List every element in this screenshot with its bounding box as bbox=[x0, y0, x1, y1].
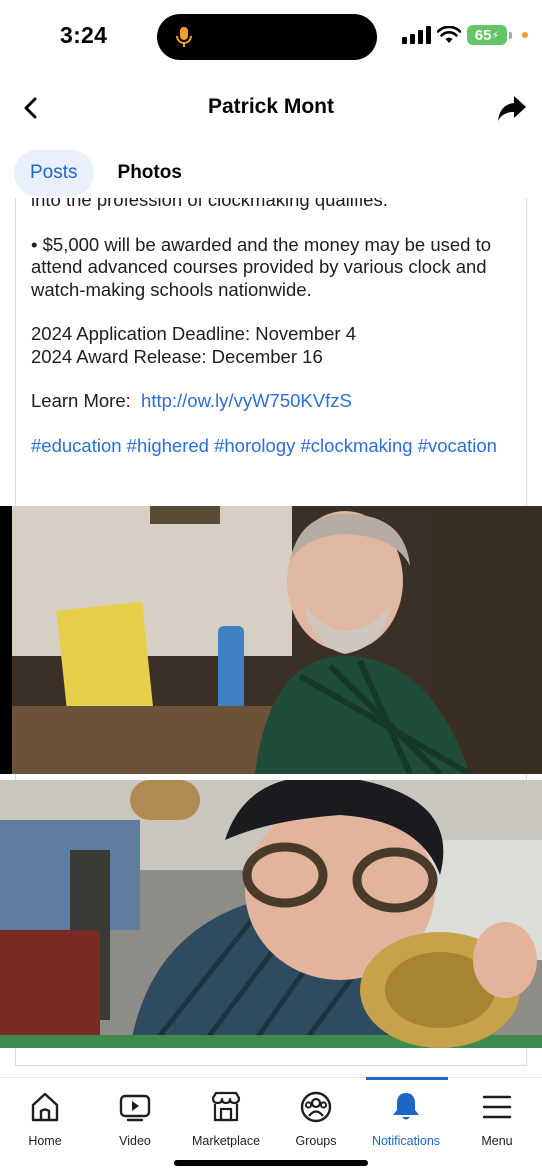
hashtag-link[interactable]: #highered bbox=[127, 435, 209, 456]
nav-marketplace[interactable]: Marketplace bbox=[181, 1090, 271, 1148]
nav-video[interactable]: Video bbox=[90, 1090, 180, 1148]
wifi-icon bbox=[437, 26, 461, 43]
dynamic-island bbox=[157, 14, 377, 60]
bottom-navigation: Home Video Marketplace Groups Notificati… bbox=[0, 1077, 542, 1176]
post-photo-watchmaker[interactable] bbox=[0, 780, 542, 1048]
system-indicators: 65 ⚡ bbox=[402, 25, 528, 45]
home-indicator[interactable] bbox=[174, 1160, 368, 1166]
page-header: Patrick Mont bbox=[0, 78, 542, 138]
hashtag-link[interactable]: #clockmaking bbox=[301, 435, 413, 456]
release-line: 2024 Award Release: December 16 bbox=[31, 345, 323, 367]
post-award-paragraph: • $5,000 will be awarded and the money m… bbox=[31, 233, 492, 300]
nav-home[interactable]: Home bbox=[0, 1090, 90, 1148]
post-body: into the profession of clockmaking quali… bbox=[31, 198, 511, 457]
nav-notifications-label: Notifications bbox=[371, 1134, 441, 1148]
cellular-signal-icon bbox=[402, 26, 431, 44]
menu-icon bbox=[482, 1095, 512, 1119]
nav-notifications[interactable]: Notifications bbox=[361, 1090, 451, 1148]
learn-more-label: Learn More: bbox=[31, 390, 131, 411]
home-icon bbox=[31, 1092, 59, 1122]
profile-tabs: Posts Photos bbox=[14, 150, 198, 196]
privacy-dot bbox=[522, 32, 528, 38]
active-tab-indicator bbox=[366, 1077, 448, 1080]
groups-icon bbox=[300, 1091, 332, 1123]
photo-watchmaker-illustration bbox=[0, 780, 542, 1048]
hashtag-link[interactable]: #vocation bbox=[418, 435, 497, 456]
nav-menu-label: Menu bbox=[481, 1134, 513, 1148]
post-photo-clockmaker[interactable] bbox=[0, 506, 542, 774]
battery-cap bbox=[509, 31, 512, 39]
bell-icon bbox=[393, 1093, 419, 1120]
tab-photos[interactable]: Photos bbox=[102, 150, 198, 196]
share-icon[interactable] bbox=[496, 92, 528, 124]
post-partial-line: into the profession of clockmaking quali… bbox=[31, 198, 388, 210]
nav-home-label: Home bbox=[28, 1134, 62, 1148]
hashtag-link[interactable]: #horology bbox=[214, 435, 295, 456]
deadline-line: 2024 Application Deadline: November 4 bbox=[31, 323, 356, 344]
learn-more-line: Learn More: http://ow.ly/vyW750KVfzS bbox=[31, 390, 511, 413]
hashtag-link[interactable]: #education bbox=[31, 435, 122, 456]
status-time: 3:24 bbox=[60, 22, 108, 48]
battery-icon: 65 ⚡ bbox=[467, 25, 507, 45]
status-bar: 3:24 65 ⚡ bbox=[0, 0, 542, 78]
photo-clockmaker-illustration bbox=[0, 506, 542, 774]
hashtags: #education #highered #horology #clockmak… bbox=[31, 435, 511, 458]
nav-groups-label: Groups bbox=[295, 1134, 337, 1148]
nav-groups[interactable]: Groups bbox=[271, 1090, 361, 1148]
microphone-icon bbox=[176, 27, 192, 47]
post-dates: 2024 Application Deadline: November 4 20… bbox=[31, 323, 511, 368]
learn-more-link[interactable]: http://ow.ly/vyW750KVfzS bbox=[141, 390, 352, 411]
tab-posts[interactable]: Posts bbox=[14, 150, 94, 196]
nav-marketplace-label: Marketplace bbox=[191, 1134, 261, 1148]
nav-video-label: Video bbox=[119, 1134, 151, 1148]
page-title: Patrick Mont bbox=[207, 95, 335, 118]
marketplace-icon bbox=[211, 1091, 241, 1122]
video-icon bbox=[119, 1094, 151, 1122]
nav-menu[interactable]: Menu bbox=[452, 1090, 542, 1148]
